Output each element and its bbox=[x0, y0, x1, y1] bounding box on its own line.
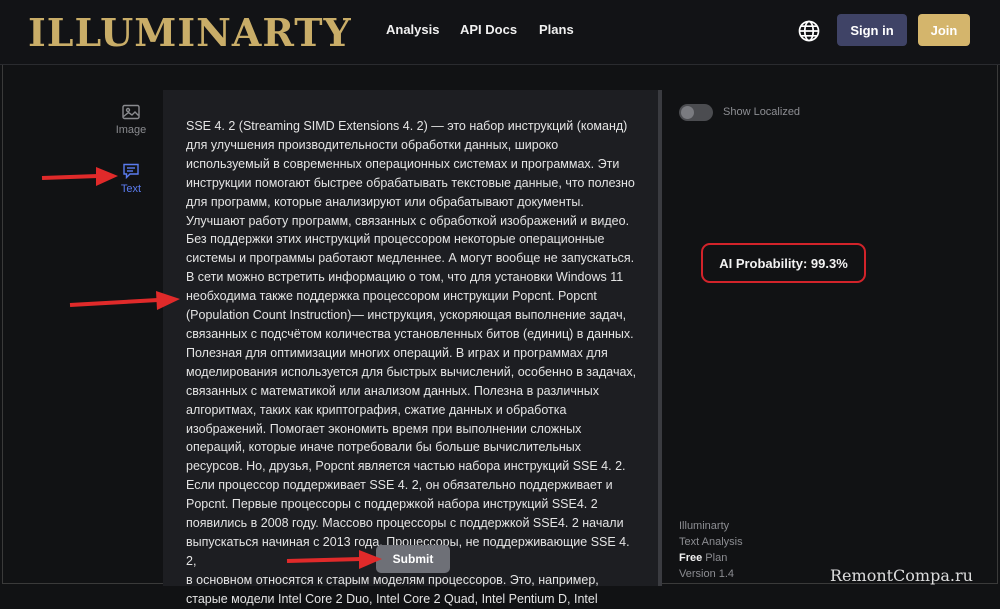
editor-scrollbar[interactable] bbox=[658, 90, 662, 586]
plan-info: Free Plan bbox=[679, 550, 727, 566]
submit-button[interactable]: Submit bbox=[376, 545, 450, 573]
product-name: Text Analysis bbox=[679, 536, 743, 548]
plan-suffix: Plan bbox=[702, 552, 728, 564]
nav-plans[interactable]: Plans bbox=[539, 22, 574, 37]
annotation-arrow-icon bbox=[41, 167, 118, 186]
annotation-arrow-icon bbox=[286, 550, 382, 569]
watermark: RemontCompa.ru bbox=[830, 566, 973, 585]
toggle-knob bbox=[681, 106, 694, 119]
image-icon bbox=[106, 104, 156, 120]
top-header: ILLUMINARTY Analysis API Docs Plans Sign… bbox=[0, 0, 1000, 65]
version: Version 1.4 bbox=[679, 568, 735, 580]
annotation-arrow-icon bbox=[69, 291, 180, 310]
ai-probability-text: AI Probability: 99.3% bbox=[719, 255, 848, 271]
editor-text[interactable]: SSE 4. 2 (Streaming SIMD Extensions 4. 2… bbox=[186, 117, 641, 609]
nav-api-docs[interactable]: API Docs bbox=[460, 22, 517, 37]
ai-probability: AI Probability: 99.3% bbox=[701, 243, 866, 283]
join-button[interactable]: Join bbox=[918, 14, 970, 46]
logo[interactable]: ILLUMINARTY bbox=[28, 10, 352, 55]
sidebar-item-image[interactable]: Image bbox=[106, 104, 156, 136]
show-localized-toggle[interactable] bbox=[679, 104, 713, 121]
app-name: Illuminarty bbox=[679, 520, 730, 532]
sign-in-button[interactable]: Sign in bbox=[837, 14, 907, 46]
nav-analysis[interactable]: Analysis bbox=[386, 22, 439, 37]
show-localized-label: Show Localized bbox=[723, 106, 801, 118]
globe-icon[interactable] bbox=[797, 19, 821, 43]
sidebar-item-label: Text bbox=[120, 183, 142, 195]
plan-name: Free bbox=[679, 552, 703, 564]
sidebar-item-label: Image bbox=[115, 124, 147, 136]
text-editor[interactable]: SSE 4. 2 (Streaming SIMD Extensions 4. 2… bbox=[163, 90, 658, 606]
logo-text: ILLUMINARTY bbox=[28, 10, 352, 55]
